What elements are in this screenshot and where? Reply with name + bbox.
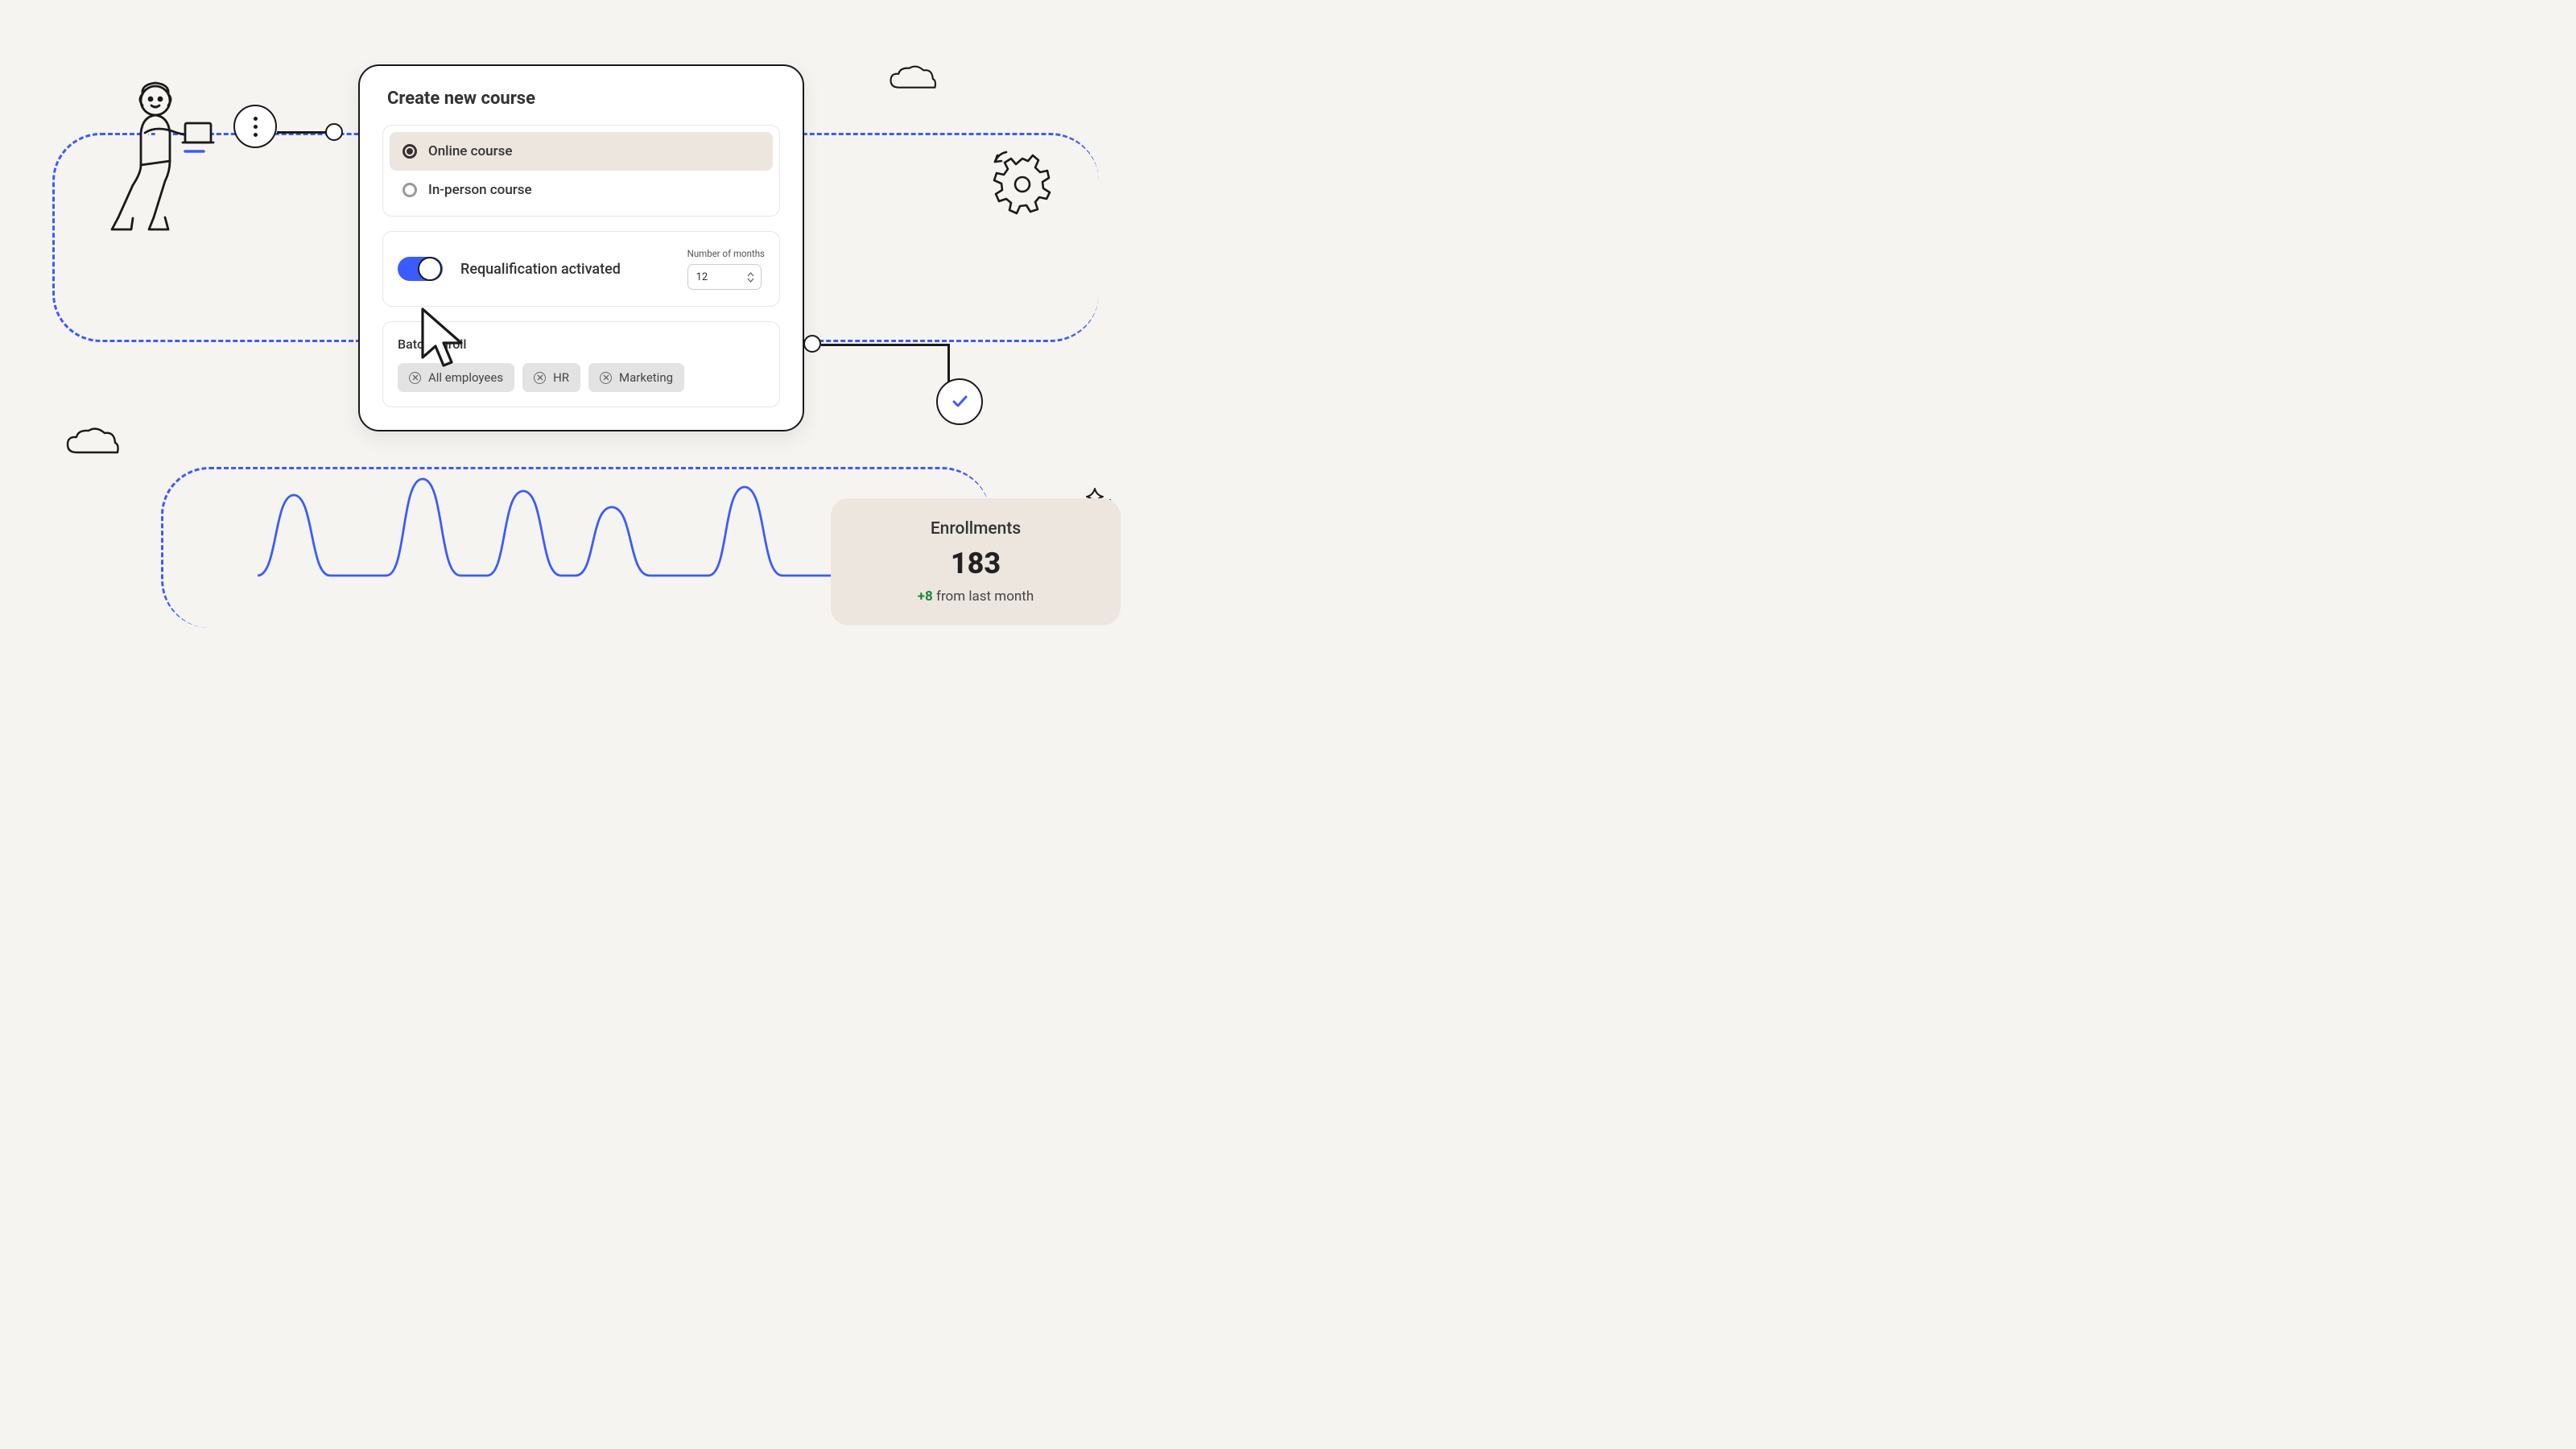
radio-inperson-course[interactable]: In-person course [390, 171, 773, 209]
tag-label: Marketing [619, 370, 673, 385]
radio-label: In-person course [428, 182, 532, 198]
node-dot [803, 335, 821, 353]
tag-label: All employees [428, 370, 503, 385]
connector-line [821, 344, 950, 346]
remove-tag-icon[interactable] [534, 372, 546, 384]
waveform-line [258, 463, 837, 600]
create-course-modal: Create new course Online course In-perso… [358, 64, 804, 431]
toggle-knob [418, 257, 442, 281]
node-dot [325, 123, 343, 141]
requalification-label: Requalification activated [460, 261, 621, 278]
remove-tag-icon[interactable] [600, 372, 612, 384]
tag-label: HR [553, 370, 569, 385]
radio-selected-icon [402, 144, 417, 159]
cloud-icon [64, 427, 121, 459]
months-group: Number of months 12 [687, 248, 765, 290]
modal-title: Create new course [382, 89, 780, 109]
tag-all-employees[interactable]: All employees [398, 363, 514, 392]
person-laptop-icon [109, 76, 221, 237]
requalification-section: Requalification activated Number of mont… [382, 231, 780, 307]
connector-line [947, 344, 950, 382]
course-type-group: Online course In-person course [382, 125, 780, 217]
batch-enroll-section: Batch enroll All employees HR Marketing [382, 321, 780, 407]
remove-tag-icon[interactable] [409, 372, 421, 384]
check-circle-icon [936, 378, 983, 425]
batch-enroll-title: Batch enroll [398, 336, 765, 352]
connector-line [277, 131, 328, 134]
delta-suffix: from last month [933, 588, 1034, 605]
months-field-label: Number of months [687, 248, 765, 259]
gear-icon [982, 141, 1063, 221]
tag-hr[interactable]: HR [522, 363, 580, 392]
enrollments-delta: +8 from last month [855, 588, 1096, 605]
enrollments-title: Enrollments [855, 519, 1096, 539]
batch-tags: All employees HR Marketing [398, 363, 765, 392]
months-value: 12 [696, 271, 708, 283]
months-stepper-input[interactable]: 12 [687, 264, 762, 290]
radio-online-course[interactable]: Online course [390, 132, 773, 171]
delta-prefix: +8 [918, 588, 933, 605]
radio-unselected-icon [402, 183, 417, 197]
requalification-toggle[interactable] [398, 257, 443, 281]
cloud-icon [888, 64, 938, 93]
enrollments-value: 183 [855, 547, 1096, 580]
stepper-arrows-icon[interactable] [747, 272, 754, 283]
radio-label: Online course [428, 143, 512, 159]
enrollments-card: Enrollments 183 +8 from last month [831, 498, 1121, 625]
tag-marketing[interactable]: Marketing [588, 363, 684, 392]
more-vertical-icon[interactable] [233, 105, 277, 148]
